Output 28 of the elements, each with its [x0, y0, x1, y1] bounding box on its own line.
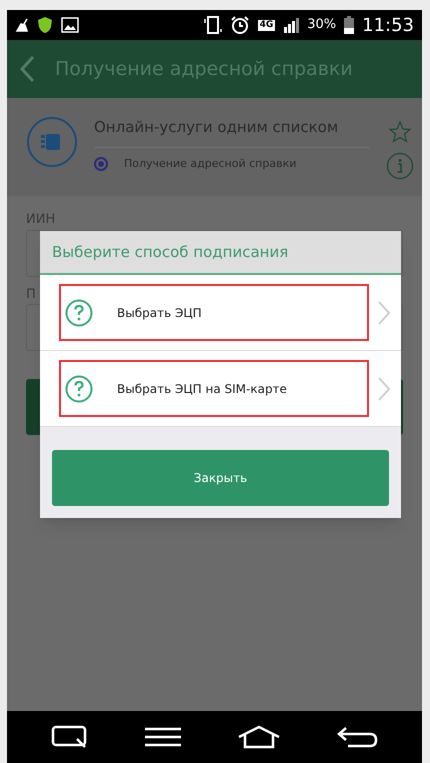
close-button[interactable]: Закрыть — [52, 450, 389, 506]
service-title: Онлайн-услуги одним списком — [94, 116, 370, 148]
menu-icon[interactable] — [144, 727, 182, 747]
radio-button[interactable] — [94, 156, 108, 171]
chevron-right-icon — [377, 376, 391, 402]
service-subtitle: Получение адресной справки — [124, 156, 296, 172]
alarm-clock-icon — [230, 15, 250, 35]
image-icon — [61, 17, 79, 33]
back-nav-icon[interactable] — [336, 725, 378, 749]
option-label: Выбрать ЭЦП — [117, 304, 202, 322]
question-icon — [65, 374, 93, 402]
broom-icon — [15, 18, 29, 32]
home-icon[interactable] — [237, 725, 282, 749]
shield-icon — [37, 16, 53, 34]
recent-apps-icon[interactable] — [50, 725, 89, 749]
battery-icon — [344, 16, 354, 34]
service-icon — [26, 116, 78, 168]
option-row[interactable]: Выбрать ЭЦП — [40, 275, 401, 351]
option-label: Выбрать ЭЦП на SIM-карте — [117, 380, 287, 398]
clock-time: 11:53 — [362, 14, 414, 38]
signal-icon — [283, 17, 300, 33]
vibrate-phone-icon — [204, 15, 222, 35]
battery-percent: 30% — [307, 16, 336, 34]
star-icon[interactable] — [388, 120, 412, 144]
dialog-title: Выберите способ подписания — [52, 242, 288, 263]
question-icon — [65, 298, 93, 326]
chevron-right-icon — [377, 300, 391, 326]
network-type: 4G — [258, 20, 276, 30]
